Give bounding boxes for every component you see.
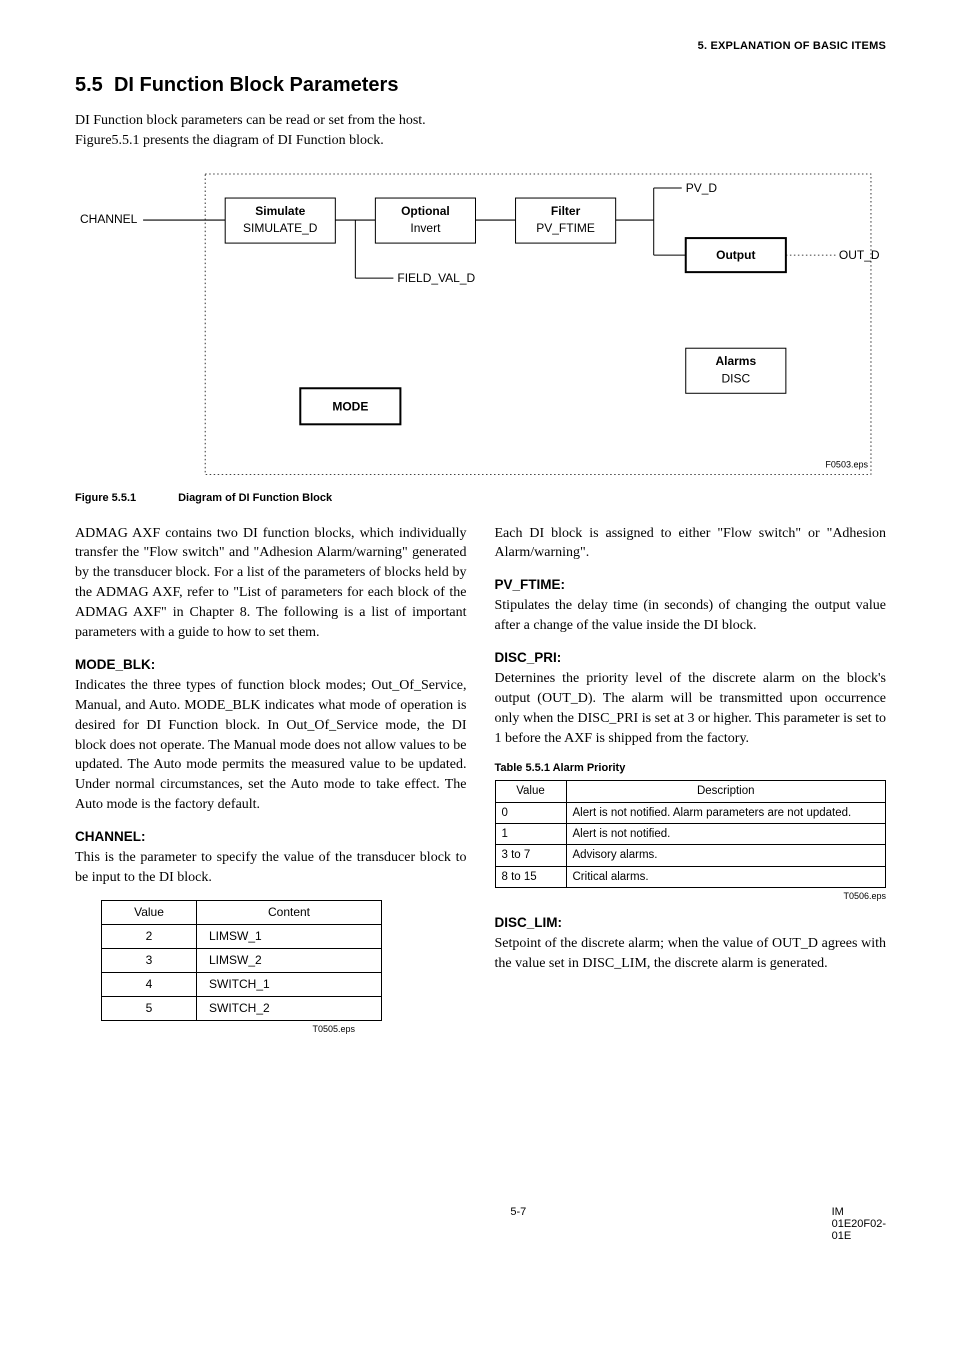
priority-header-desc: Description [566,781,886,802]
table-row: 3 to 7Advisory alarms. [495,845,886,866]
doc-number: IM 01E20F02-01E [832,1206,886,1242]
pv-d-label: PV_D [686,181,718,195]
optional-sub: Invert [410,221,441,235]
mode-title: MODE [332,399,368,413]
content-columns: ADMAG AXF contains two DI function block… [75,524,886,1036]
field-val-d-label: FIELD_VAL_D [397,271,475,285]
channel-table-note: T0505.eps [75,1023,355,1036]
page-number: 5-7 [75,1206,832,1242]
priority-table: Value Description 0Alert is not notified… [495,780,887,888]
channel-header-content: Content [197,901,382,925]
channel-header-value: Value [102,901,197,925]
disc-pri-paragraph: Deternines the priority level of the dis… [495,669,887,749]
channel-table: Value Content 2LIMSW_1 3LIMSW_2 4SWITCH_… [101,900,382,1021]
output-title: Output [716,248,755,262]
table-row: 8 to 15Critical alarms. [495,866,886,887]
priority-header-value: Value [495,781,566,802]
channel-label: CHANNEL [80,212,138,226]
channel-paragraph: This is the parameter to specify the val… [75,848,467,888]
mode-blk-paragraph: Indicates the three types of function bl… [75,676,467,815]
table-row: 2LIMSW_1 [102,925,382,949]
left-intro: ADMAG AXF contains two DI function block… [75,524,467,643]
di-function-block-diagram: CHANNEL Simulate SIMULATE_D Optional Inv… [75,168,886,478]
optional-title: Optional [401,204,450,218]
intro-paragraph: DI Function block parameters can be read… [75,111,475,150]
figure-number: Figure 5.5.1 [75,492,175,504]
alarms-sub: DISC [721,371,750,385]
chapter-header: 5. EXPLANATION OF BASIC ITEMS [75,40,886,52]
diagram-container: CHANNEL Simulate SIMULATE_D Optional Inv… [75,168,886,483]
out-d-label: OUT_D [839,248,880,262]
filter-title: Filter [551,204,581,218]
section-title: 5.5 DI Function Block Parameters [75,74,886,97]
table-header-row: Value Content [102,901,382,925]
alarms-title: Alarms [715,354,756,368]
disc-lim-heading: DISC_LIM: [495,913,887,932]
right-intro: Each DI block is assigned to either "Flo… [495,524,887,564]
disc-pri-heading: DISC_PRI: [495,648,887,667]
table-row: 0Alert is not notified. Alarm parameters… [495,802,886,823]
diagram-filename: F0503.eps [825,460,868,470]
figure-caption: Figure 5.5.1 Diagram of DI Function Bloc… [75,492,886,504]
figure-title: Diagram of DI Function Block [178,492,332,504]
table-row: 1Alert is not notified. [495,824,886,845]
priority-table-note: T0506.eps [495,890,887,903]
pv-ftime-paragraph: Stipulates the delay time (in seconds) o… [495,596,887,636]
table-header-row: Value Description [495,781,886,802]
table-row: 3LIMSW_2 [102,949,382,973]
pv-ftime-heading: PV_FTIME: [495,575,887,594]
page: 5. EXPLANATION OF BASIC ITEMS 5.5 DI Fun… [0,0,954,1272]
simulate-sub: SIMULATE_D [243,221,318,235]
section-number: 5.5 [75,74,103,96]
disc-lim-paragraph: Setpoint of the discrete alarm; when the… [495,934,887,974]
page-footer: 5-7 IM 01E20F02-01E [75,1206,886,1242]
channel-heading: CHANNEL: [75,827,467,846]
left-column: ADMAG AXF contains two DI function block… [75,524,467,1036]
right-column: Each DI block is assigned to either "Flo… [495,524,887,1036]
priority-table-caption: Table 5.5.1 Alarm Priority [495,761,887,777]
simulate-title: Simulate [255,204,305,218]
table-row: 4SWITCH_1 [102,973,382,997]
table-row: 5SWITCH_2 [102,997,382,1021]
section-name: DI Function Block Parameters [114,74,399,96]
mode-blk-heading: MODE_BLK: [75,655,467,674]
filter-sub: PV_FTIME [536,221,595,235]
